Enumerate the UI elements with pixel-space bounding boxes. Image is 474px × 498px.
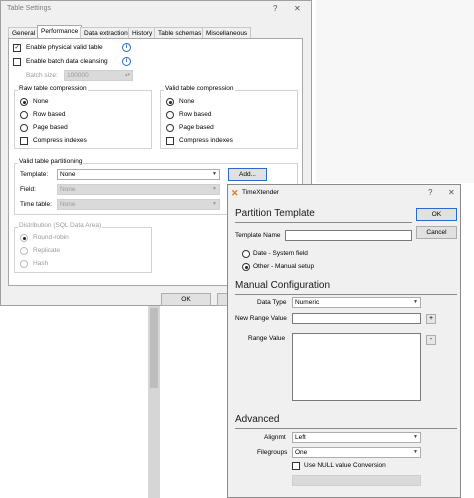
- raw-compression-none-label: None: [33, 98, 49, 105]
- chevron-down-icon: ▼: [212, 171, 217, 177]
- raw-compression-page-radio[interactable]: [20, 124, 28, 132]
- batch-size-spinner[interactable]: 100000 ▴▾: [64, 70, 133, 81]
- section-divider: [235, 294, 457, 295]
- close-icon[interactable]: ✕: [294, 4, 301, 13]
- date-system-field-label: Date - System field: [253, 250, 308, 257]
- raw-compression-none-radio[interactable]: [20, 98, 28, 106]
- alignment-select[interactable]: Left ▼: [292, 432, 421, 443]
- valid-compression-page-label: Page based: [179, 124, 214, 131]
- add-range-button[interactable]: +: [426, 314, 436, 324]
- valid-compression-row-radio[interactable]: [166, 111, 174, 119]
- round-robin-radio[interactable]: [20, 234, 28, 242]
- batch-size-label: Batch size:: [26, 72, 58, 79]
- valid-table-compression-title: Valid table compression: [164, 85, 235, 92]
- advanced-heading: Advanced: [235, 414, 280, 425]
- raw-compress-indexes-checkbox[interactable]: [20, 137, 28, 145]
- dialog-cancel-button[interactable]: Cancel: [416, 226, 457, 239]
- replicate-radio[interactable]: [20, 247, 28, 255]
- raw-compression-row-label: Row based: [33, 111, 66, 118]
- dialog-title: TimeXtender: [242, 189, 279, 196]
- raw-compression-page-label: Page based: [33, 124, 68, 131]
- section-divider: [235, 428, 457, 429]
- time-table-select[interactable]: None ▼: [57, 199, 220, 210]
- time-table-label: Time table:: [20, 201, 52, 208]
- section-divider: [235, 222, 412, 223]
- field-select-value: None: [60, 186, 76, 193]
- hash-radio[interactable]: [20, 260, 28, 268]
- template-name-label: Template Name: [235, 232, 281, 239]
- chevron-down-icon: ▼: [413, 434, 418, 440]
- round-robin-label: Round-robin: [33, 234, 69, 241]
- window-title: Table Settings: [7, 5, 51, 12]
- remove-range-button[interactable]: -: [426, 335, 436, 345]
- help-icon[interactable]: ?: [273, 4, 277, 13]
- valid-table-partitioning-title: Valid table partitioning: [18, 158, 84, 165]
- dialog-ok-button[interactable]: OK: [416, 208, 457, 221]
- range-value-list[interactable]: [292, 333, 421, 401]
- distribution-title: Distribution (SQL Data Area): [18, 222, 103, 229]
- partition-template-heading: Partition Template: [235, 208, 315, 219]
- timextender-logo-icon: ✕: [231, 188, 239, 198]
- info-icon[interactable]: i: [122, 43, 131, 52]
- filegroups-label: Filegroups: [257, 449, 288, 456]
- enable-physical-valid-table-checkbox[interactable]: ✓: [13, 44, 21, 52]
- use-null-conversion-checkbox[interactable]: [292, 462, 300, 470]
- valid-compress-indexes-checkbox[interactable]: [166, 137, 174, 145]
- ok-button[interactable]: OK: [161, 293, 211, 306]
- info-icon[interactable]: i: [122, 57, 131, 66]
- template-select-value: None: [60, 171, 76, 178]
- field-label: Field:: [20, 186, 36, 193]
- other-manual-setup-label: Other - Manual setup: [253, 263, 315, 270]
- data-type-select[interactable]: Numeric ▼: [292, 297, 421, 308]
- spinner-arrows-icon: ▴▾: [124, 72, 130, 78]
- background-area: [316, 0, 474, 183]
- field-select[interactable]: None ▼: [57, 184, 220, 195]
- alignment-label: Alignmt: [264, 434, 286, 441]
- template-name-input[interactable]: [285, 230, 412, 241]
- replicate-label: Replicate: [33, 247, 61, 254]
- raw-table-compression-title: Raw table compression: [18, 85, 88, 92]
- template-select[interactable]: None ▼: [57, 169, 220, 180]
- valid-compression-row-label: Row based: [179, 111, 212, 118]
- new-range-value-label: New Range Value: [235, 315, 287, 322]
- chevron-down-icon: ▼: [212, 201, 217, 207]
- chevron-down-icon: ▼: [413, 299, 418, 305]
- background-scrollbar-thumb[interactable]: [150, 308, 158, 388]
- timextender-dialog: ✕ TimeXtender ? ✕ OK Cancel Partition Te…: [227, 184, 461, 498]
- enable-batch-data-cleansing-label: Enable batch data cleansing: [26, 58, 108, 65]
- chevron-down-icon: ▼: [413, 449, 418, 455]
- chevron-down-icon: ▼: [212, 186, 217, 192]
- valid-compression-none-radio[interactable]: [166, 98, 174, 106]
- hash-label: Hash: [33, 260, 49, 267]
- use-null-conversion-label: Use NULL value Conversion: [304, 462, 386, 469]
- add-template-button[interactable]: Add...: [228, 168, 267, 181]
- close-icon[interactable]: ✕: [448, 188, 455, 197]
- enable-physical-valid-table-label: Enable physical valid table: [26, 44, 103, 51]
- new-range-value-input[interactable]: [292, 313, 421, 324]
- filegroups-select-value: One: [295, 449, 308, 456]
- batch-size-value: 100000: [67, 72, 89, 79]
- tab-performance[interactable]: Performance: [37, 25, 83, 39]
- help-icon[interactable]: ?: [428, 188, 432, 197]
- range-value-label: Range Value: [248, 335, 286, 342]
- template-label: Template:: [20, 171, 49, 178]
- valid-compression-none-label: None: [179, 98, 195, 105]
- valid-compress-indexes-label: Compress indexes: [179, 137, 233, 144]
- null-conversion-field[interactable]: [292, 475, 421, 486]
- filegroups-select[interactable]: One ▼: [292, 447, 421, 458]
- raw-compression-row-radio[interactable]: [20, 111, 28, 119]
- raw-compress-indexes-label: Compress indexes: [33, 137, 87, 144]
- enable-batch-data-cleansing-checkbox[interactable]: [13, 58, 21, 66]
- other-manual-setup-radio[interactable]: [242, 263, 250, 271]
- data-type-label: Data Type: [257, 299, 287, 306]
- date-system-field-radio[interactable]: [242, 250, 250, 258]
- alignment-select-value: Left: [295, 434, 306, 441]
- time-table-select-value: None: [60, 201, 76, 208]
- manual-configuration-heading: Manual Configuration: [235, 280, 331, 291]
- valid-compression-page-radio[interactable]: [166, 124, 174, 132]
- data-type-select-value: Numeric: [295, 299, 320, 306]
